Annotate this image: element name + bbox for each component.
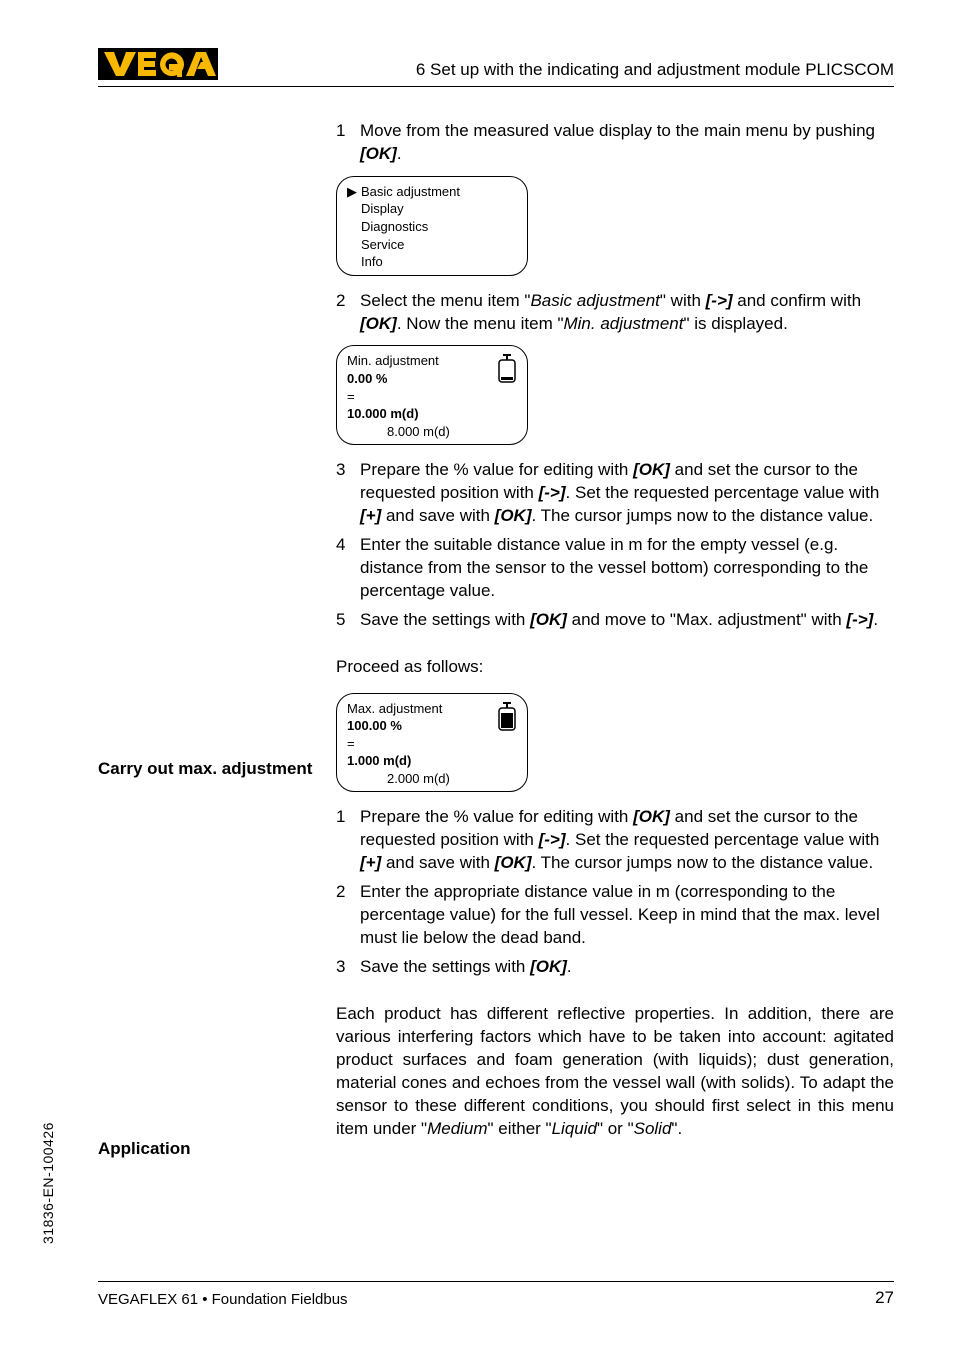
tank-full-icon [497, 702, 517, 737]
menu-item-basic: ▶ Basic adjustment [347, 183, 517, 201]
lcd-title: Max. adjustment [347, 700, 517, 718]
step-number: 2 [336, 881, 360, 950]
step-c-3: 3 Prepare the % value for editing with [… [336, 459, 894, 528]
menu-item-display: Display [347, 200, 517, 218]
lcd-eq: = [347, 388, 517, 406]
menu-label: Info [361, 253, 383, 271]
header-rule [98, 86, 894, 87]
lcd-eq: = [347, 735, 517, 753]
step-a-1: 1 Move from the measured value display t… [336, 120, 894, 166]
lcd-main-menu: ▶ Basic adjustment Display Diagnostics S… [336, 176, 528, 276]
footer-page-number: 27 [875, 1288, 894, 1308]
step-number: 3 [336, 956, 360, 979]
lcd-min-adjustment: Min. adjustment 0.00 % = 10.000 m(d) 8.0… [336, 345, 528, 445]
step-body: Save the settings with [OK]. [360, 956, 894, 979]
header-section-title: 6 Set up with the indicating and adjustm… [416, 60, 894, 80]
step-number: 4 [336, 534, 360, 603]
footer-product: VEGAFLEX 61 • Foundation Fieldbus [98, 1291, 348, 1308]
step-body: Prepare the % value for editing with [OK… [360, 806, 894, 875]
side-heading-application: Application [98, 1138, 318, 1159]
step-body: Enter the suitable distance value in m f… [360, 534, 894, 603]
step-body: Enter the appropriate distance value in … [360, 881, 894, 950]
main-column: 1 Move from the measured value display t… [336, 120, 894, 1141]
menu-label: Service [361, 236, 404, 254]
page: 6 Set up with the indicating and adjustm… [0, 0, 954, 1354]
step-d-1: 1 Prepare the % value for editing with [… [336, 806, 894, 875]
pointer-icon: ▶ [347, 183, 361, 201]
menu-label: Diagnostics [361, 218, 428, 236]
doc-number-vertical: 31836-EN-100426 [40, 1122, 56, 1244]
lcd-max-adjustment: Max. adjustment 100.00 % = 1.000 m(d) 2.… [336, 693, 528, 793]
lcd-subvalue: 2.000 m(d) [347, 770, 517, 788]
step-d-2: 2 Enter the appropriate distance value i… [336, 881, 894, 950]
lcd-percent: 100.00 % [347, 717, 517, 735]
content-area: 1 Move from the measured value display t… [98, 120, 894, 1264]
step-text: Move from the measured value display to … [360, 121, 875, 140]
step-number: 3 [336, 459, 360, 528]
key-ok: [OK] [360, 144, 397, 163]
step-number: 1 [336, 120, 360, 166]
step-b-2: 2 Select the menu item "Basic adjustment… [336, 290, 894, 336]
menu-label: Display [361, 200, 404, 218]
application-paragraph: Each product has different reflective pr… [336, 1003, 894, 1141]
step-body: Move from the measured value display to … [360, 120, 894, 166]
step-number: 1 [336, 806, 360, 875]
lcd-value: 1.000 m(d) [347, 752, 517, 770]
menu-item-diagnostics: Diagnostics [347, 218, 517, 236]
step-c-4: 4 Enter the suitable distance value in m… [336, 534, 894, 603]
step-body: Prepare the % value for editing with [OK… [360, 459, 894, 528]
lcd-value: 10.000 m(d) [347, 405, 517, 423]
menu-label: Basic adjustment [361, 183, 460, 201]
lcd-subvalue: 8.000 m(d) [347, 423, 517, 441]
lcd-percent: 0.00 % [347, 370, 517, 388]
tank-empty-icon [497, 354, 517, 389]
step-number: 2 [336, 290, 360, 336]
lcd-title: Min. adjustment [347, 352, 517, 370]
step-body: Select the menu item "Basic adjustment" … [360, 290, 894, 336]
menu-item-service: Service [347, 236, 517, 254]
proceed-text: Proceed as follows: [336, 656, 894, 679]
vega-logo [98, 48, 218, 85]
step-tail: . [397, 144, 402, 163]
side-heading-max-adjust: Carry out max. adjustment [98, 758, 318, 779]
step-c-5: 5 Save the settings with [OK] and move t… [336, 609, 894, 632]
step-d-3: 3 Save the settings with [OK]. [336, 956, 894, 979]
menu-item-info: Info [347, 253, 517, 271]
step-number: 5 [336, 609, 360, 632]
step-body: Save the settings with [OK] and move to … [360, 609, 894, 632]
footer-rule [98, 1281, 894, 1282]
